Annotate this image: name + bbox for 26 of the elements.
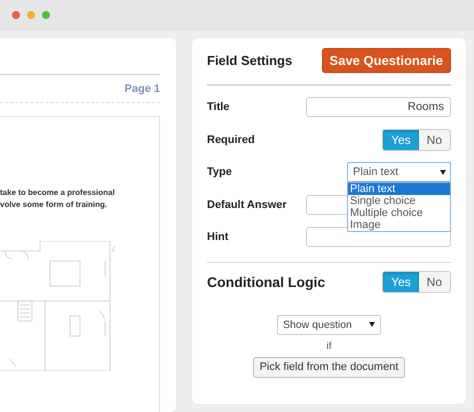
section-title: Conditional Logic: [207, 274, 326, 290]
field-label: Required: [207, 134, 255, 146]
dropdown-option[interactable]: Multiple choice: [348, 207, 450, 220]
panel-title: Field Settings: [207, 53, 292, 68]
connector-text: if: [326, 340, 332, 352]
field-label: Default Answer: [207, 198, 287, 211]
field-label: Title: [207, 101, 230, 114]
pick-field-button[interactable]: Pick field from the document: [252, 356, 406, 378]
toggle-option[interactable]: No: [418, 272, 450, 292]
close-icon[interactable]: [12, 10, 20, 18]
page-label: Page 1: [124, 83, 160, 95]
action-select[interactable]: Show question: [277, 314, 381, 334]
dropdown-option[interactable]: Single choice: [348, 195, 450, 208]
maximize-icon[interactable]: [42, 10, 50, 18]
dropdown-option[interactable]: Image: [348, 219, 450, 232]
body-text: volve some form of training.: [0, 199, 108, 211]
caret-icon: [369, 322, 375, 327]
toggle-option[interactable]: No: [418, 130, 450, 150]
field-label: Hint: [207, 231, 228, 244]
minimize-icon[interactable]: [27, 10, 35, 18]
field-label: Type: [207, 166, 232, 178]
caret-icon: [440, 170, 446, 175]
body-text: take to become a professional: [0, 187, 115, 199]
save-button[interactable]: Save Questionarie: [322, 48, 451, 73]
dropdown-option[interactable]: Plain text: [348, 183, 450, 196]
text-field[interactable]: Rooms: [306, 97, 451, 118]
